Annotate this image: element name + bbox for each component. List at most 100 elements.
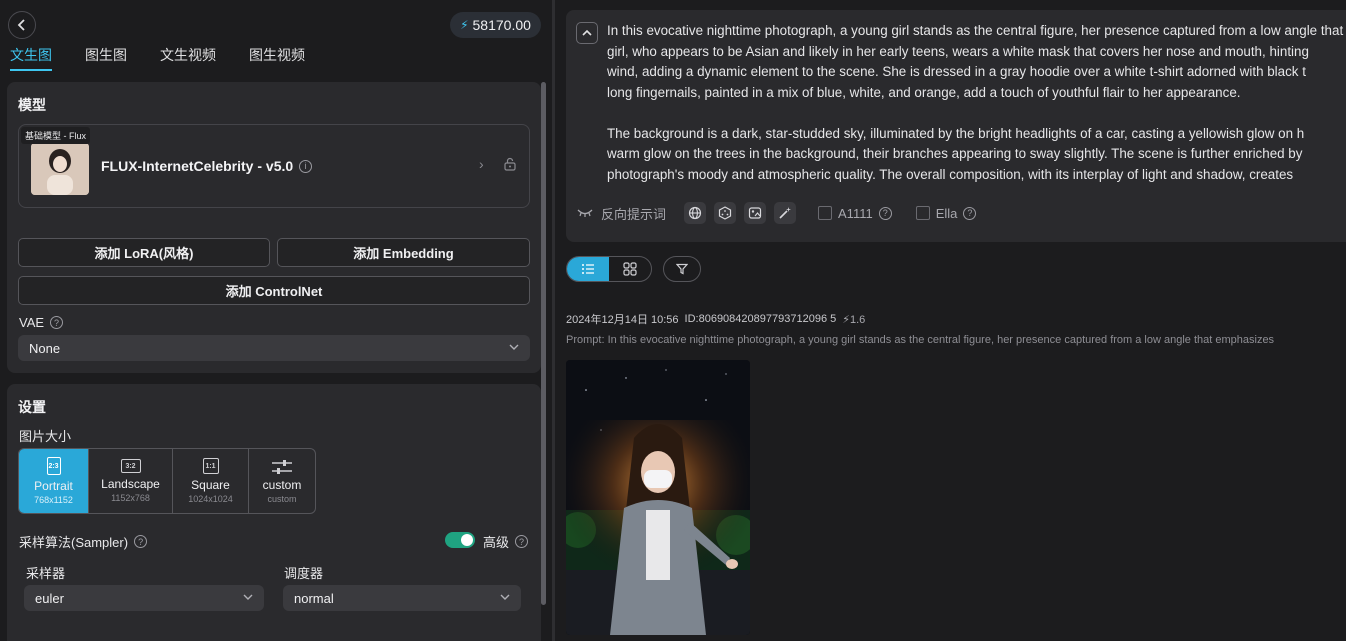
dice-icon[interactable] [714,202,737,224]
sampler-label: 采样器 [26,566,66,581]
credits-value: 58170.00 [472,17,531,33]
back-button[interactable] [8,11,36,39]
chevron-left-icon [17,19,25,31]
sliders-icon [272,459,292,474]
chevron-up-icon [582,29,592,36]
result-cost-value: 1.6 [849,313,866,326]
prompt-card: In this evocative nighttime photograph, … [566,10,1346,242]
view-mode-toggle [566,256,652,282]
advanced-label-group: 高级 ? [483,532,529,551]
unlock-icon[interactable] [503,157,517,171]
vae-select[interactable]: None [18,335,530,361]
chevron-down-icon [500,594,510,600]
advanced-label: 高级 [483,535,510,550]
result-cost: ⚡1.6 [842,313,865,326]
credits-badge[interactable]: ⚡ 58170.00 [450,12,541,38]
checkbox-box [818,206,833,220]
chevron-down-icon [509,344,519,350]
result-prompt: Prompt: In this evocative nighttime phot… [566,334,1275,346]
sampler-header: 采样算法(Sampler) ? 高级 ? [19,532,531,551]
ratio-option-portrait[interactable]: 2:3 Portrait 768x1152 [19,449,89,513]
ratio-name: Landscape [101,477,160,491]
ella-checkbox[interactable]: Ella ? [915,205,977,221]
grid-icon [623,262,637,276]
add-embedding-button[interactable]: 添加 Embedding [277,238,530,267]
ratio-name: Square [191,478,230,492]
prompt-toolbar: 反向提示词 A1111 ? Ella ? [577,202,986,224]
ratio-option-landscape[interactable]: 3:2 Landscape 1152x768 [89,449,173,513]
result-date: 2024年12月14日 10:56 [566,314,679,326]
vae-select-value: None [29,340,61,356]
settings-card: 设置 图片大小 2:3 Portrait 768x1152 3:2 Landsc… [7,384,541,641]
sampler-select[interactable]: euler [24,585,264,611]
tab-text-to-image[interactable]: 文生图 [10,45,52,71]
image-icon[interactable] [744,202,767,224]
help-icon[interactable]: ? [878,206,892,220]
ratio-size: custom [267,493,297,504]
info-icon[interactable]: i [299,159,313,173]
result-meta: 2024年12月14日 10:56 ID:8069084208977937120… [566,311,865,327]
model-thumbnail [31,143,89,195]
add-controlnet-button[interactable]: 添加 ControlNet [18,276,530,305]
prompt-textarea[interactable]: In this evocative nighttime photograph, … [607,21,1346,185]
tab-image-to-image[interactable]: 图生图 [85,45,127,71]
right-panel: In this evocative nighttime photograph, … [555,0,1346,641]
square-icon: 1:1 [202,458,219,474]
sampler-title: 采样算法(Sampler) [19,535,129,550]
list-icon [582,264,594,274]
model-section-title: 模型 [18,97,46,113]
negative-prompt-label: 反向提示词 [601,206,667,222]
scheduler-select[interactable]: normal [283,585,521,611]
scheduler-label: 调度器 [284,566,324,581]
model-selector[interactable]: 基础模型 - Flux FLUX-InternetCelebrity - v5.… [18,124,530,208]
list-view-button[interactable] [567,257,609,281]
aspect-ratio-group: 2:3 Portrait 768x1152 3:2 Landscape 1152… [18,448,316,514]
advanced-toggle[interactable] [445,532,475,548]
grid-view-button[interactable] [609,257,651,281]
collapse-button[interactable] [576,22,598,44]
result-id: ID:806908420897793712096 5 [684,313,837,325]
ratio-size: 1024x1024 [188,494,233,504]
negative-prompt-toggle[interactable]: 反向提示词 [577,204,666,223]
vae-label-text: VAE [19,315,45,330]
portrait-icon: 2:3 [46,457,61,475]
tab-image-to-video[interactable]: 图生视频 [249,45,305,71]
mode-tabs: 文生图 图生图 文生视频 图生视频 [10,45,338,71]
settings-section-title: 设置 [18,399,46,415]
a1111-label: A1111 [838,205,873,221]
checkbox-box [915,206,930,220]
sampler-select-value: euler [35,590,64,606]
left-panel: ⚡ 58170.00 文生图 图生图 文生视频 图生视频 模型 基础模型 - F… [0,0,552,641]
chevron-down-icon [243,594,253,600]
ratio-name: Portrait [34,479,73,493]
model-type-tag: 基础模型 - Flux [21,127,91,144]
chevron-right-icon[interactable]: › [479,156,484,172]
help-icon[interactable]: ? [963,206,977,220]
filter-icon [676,263,688,275]
vae-label: VAE ? [19,315,64,330]
app-root: ⚡ 58170.00 文生图 图生图 文生视频 图生视频 模型 基础模型 - F… [0,0,1346,641]
model-name-text: FLUX-InternetCelebrity - v5.0 [101,158,294,174]
bolt-icon: ⚡ [842,313,850,326]
ella-label: Ella [935,205,958,221]
bolt-icon: ⚡ [460,18,469,32]
generated-image[interactable] [566,360,750,635]
ratio-size: 768x1152 [34,495,73,505]
landscape-icon: 3:2 [120,459,141,473]
globe-icon[interactable] [684,202,707,224]
help-icon[interactable]: ? [134,535,148,548]
ratio-option-square[interactable]: 1:1 Square 1024x1024 [173,449,249,513]
model-card: 模型 基础模型 - Flux FLUX-InternetCelebrity - … [7,82,541,373]
add-lora-button[interactable]: 添加 LoRA(风格) [18,238,270,267]
left-scrollbar[interactable] [541,82,546,605]
filter-button[interactable] [663,256,701,282]
tab-text-to-video[interactable]: 文生视频 [160,45,216,71]
a1111-checkbox[interactable]: A1111 ? [818,206,892,221]
model-name: FLUX-InternetCelebrity - v5.0 i [101,158,313,174]
magic-wand-icon[interactable] [774,202,797,224]
help-icon[interactable]: ? [50,316,64,329]
ratio-name: custom [262,477,302,492]
help-icon[interactable]: ? [515,535,529,548]
image-size-label: 图片大小 [19,429,72,444]
ratio-option-custom[interactable]: custom custom [249,449,315,513]
